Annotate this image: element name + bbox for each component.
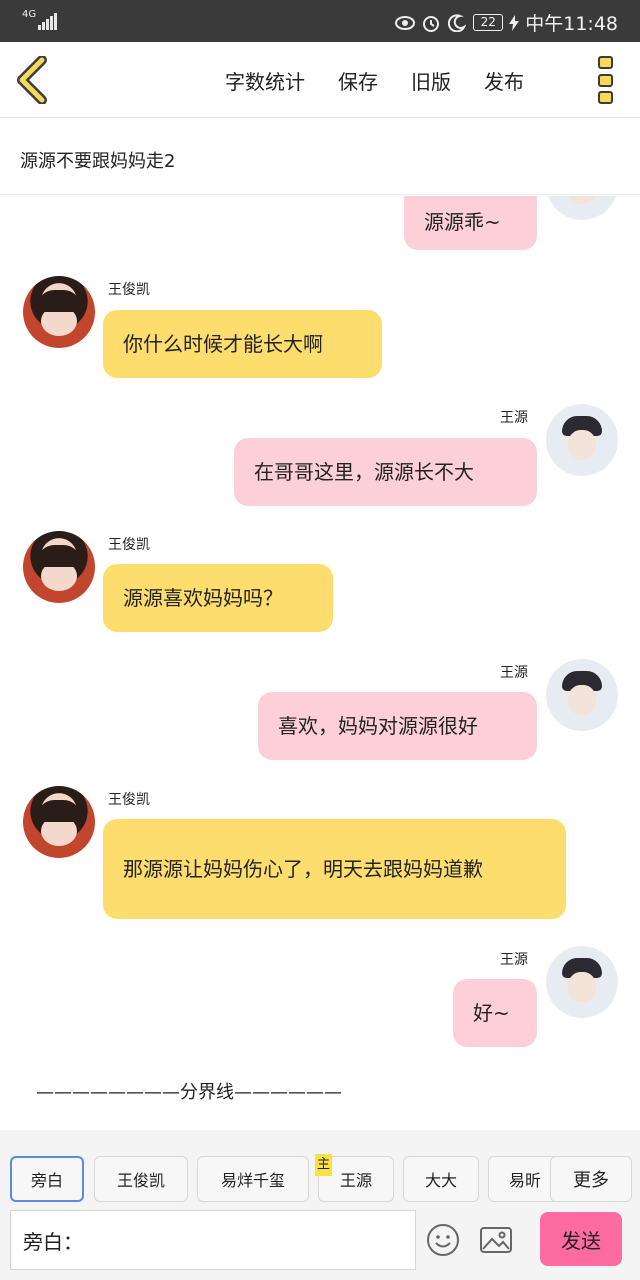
- clock: 中午11:48: [525, 13, 618, 35]
- emoji-button[interactable]: [425, 1222, 461, 1258]
- speaker-name: 王俊凯: [108, 537, 150, 553]
- back-chevron-icon: [17, 55, 47, 105]
- send-button[interactable]: 发送: [540, 1212, 622, 1266]
- battery-indicator: 22: [473, 14, 504, 31]
- speaker-name: 王俊凯: [108, 792, 150, 808]
- section-divider: ————————分界线——————: [36, 1082, 342, 1103]
- story-title-bar[interactable]: 源源不要跟妈妈走2: [0, 119, 640, 195]
- role-yi-yangqianxi[interactable]: 易烊千玺: [197, 1156, 309, 1202]
- avatar: [23, 786, 95, 858]
- more-menu-icon[interactable]: [598, 56, 614, 104]
- avatar: [546, 404, 618, 476]
- speaker-name: 王源: [500, 952, 528, 968]
- smiley-icon: [427, 1224, 459, 1256]
- compose-panel: 旁白 王俊凯 易烊千玺 主 王源 大大 易昕 更多 旁白： 发送: [0, 1130, 640, 1280]
- moon-icon: [447, 13, 467, 33]
- speaker-name: 王源: [500, 665, 528, 681]
- publish-button[interactable]: 发布: [484, 66, 524, 95]
- network-label: 4G: [22, 9, 37, 20]
- save-button[interactable]: 保存: [338, 66, 378, 95]
- message-bubble[interactable]: 在哥哥这里，源源长不大: [234, 438, 537, 506]
- message-bubble[interactable]: 好~: [453, 979, 537, 1047]
- status-bar: 4G 22 中午11:48: [0, 0, 640, 42]
- chat-area[interactable]: 源源乖~ 王俊凯 你什么时候才能长大啊 王源 在哥哥这里，源源长不大 王俊凯 源…: [0, 196, 640, 1130]
- message-bubble[interactable]: 源源喜欢妈妈吗？: [103, 564, 333, 632]
- role-wang-junkai[interactable]: 王俊凯: [94, 1156, 188, 1202]
- message-bubble[interactable]: 那源源让妈妈伤心了，明天去跟妈妈道歉: [103, 819, 566, 919]
- more-roles-button[interactable]: 更多: [550, 1156, 632, 1202]
- avatar: [546, 659, 618, 731]
- role-dada[interactable]: 大大: [403, 1156, 479, 1202]
- eye-icon: [395, 13, 416, 33]
- back-button[interactable]: [14, 55, 54, 105]
- avatar: [23, 531, 95, 603]
- message-bubble[interactable]: 喜欢，妈妈对源源很好: [258, 692, 537, 760]
- speaker-name: 王俊凯: [108, 282, 150, 298]
- avatar: [546, 196, 618, 220]
- message-bubble[interactable]: 源源乖~: [404, 196, 537, 250]
- speaker-name: 王源: [500, 410, 528, 426]
- main-role-tag: 主: [315, 1154, 332, 1176]
- top-toolbar: 字数统计 保存 旧版 发布: [0, 42, 640, 118]
- role-narrator[interactable]: 旁白: [10, 1156, 84, 1202]
- message-input[interactable]: 旁白：: [10, 1210, 416, 1270]
- old-version-button[interactable]: 旧版: [411, 66, 451, 95]
- alarm-icon: [421, 13, 441, 33]
- signal-icon: [38, 12, 58, 30]
- avatar: [546, 946, 618, 1018]
- image-button[interactable]: [478, 1222, 514, 1258]
- message-bubble[interactable]: 你什么时候才能长大啊: [103, 310, 382, 378]
- word-count-button[interactable]: 字数统计: [225, 66, 305, 95]
- story-title: 源源不要跟妈妈走2: [20, 151, 176, 172]
- charging-icon: [509, 13, 520, 33]
- avatar: [23, 276, 95, 348]
- image-icon: [480, 1227, 512, 1253]
